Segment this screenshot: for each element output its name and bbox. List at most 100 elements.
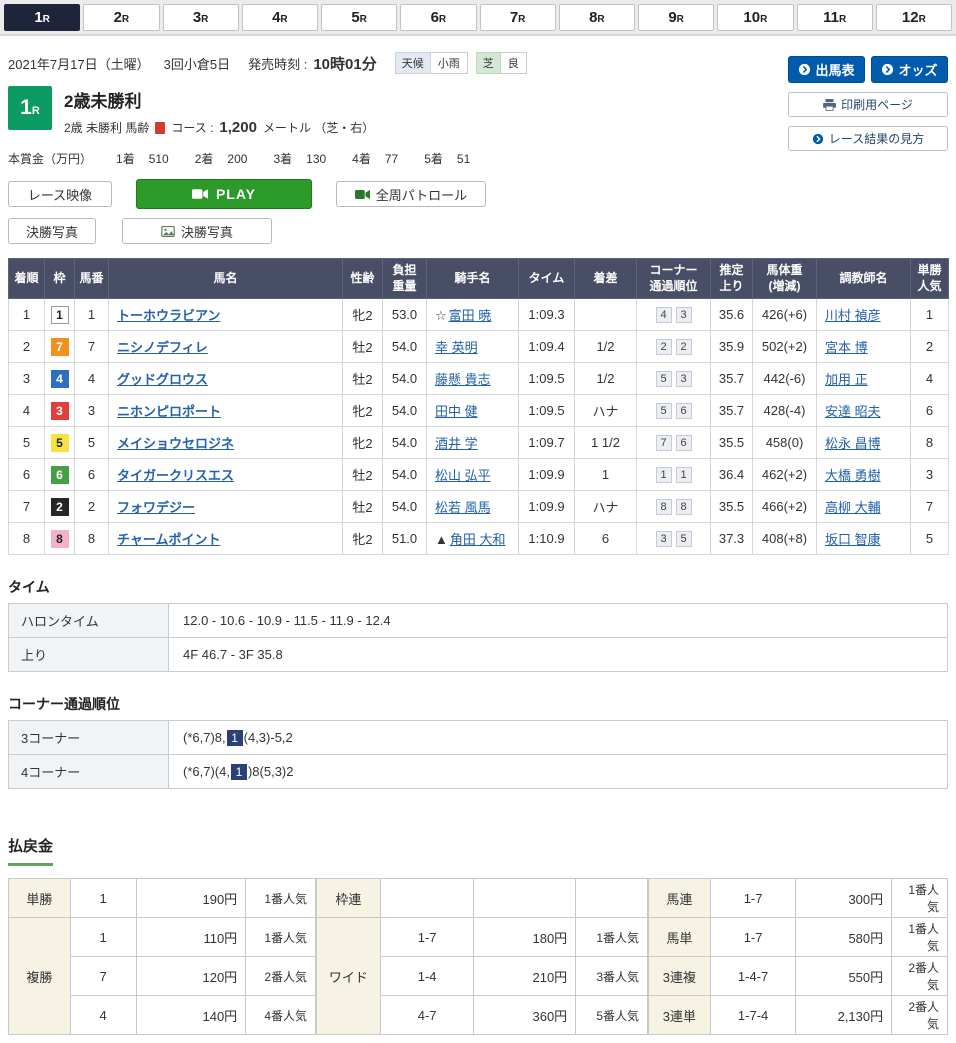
- win-popularity: 1: [911, 299, 949, 331]
- media-button-row-1: レース映像 PLAY 全周パトロール: [8, 179, 948, 209]
- trainer-link[interactable]: 高柳 大輔: [825, 500, 881, 515]
- tab-suffix: R: [677, 14, 684, 25]
- payout-popularity: 1番人気: [246, 879, 316, 918]
- finish-position: 8: [9, 523, 45, 555]
- frame-number: 7: [51, 338, 69, 356]
- win-popularity: 7: [911, 491, 949, 523]
- payout-popularity: [576, 879, 648, 918]
- horse-name-link[interactable]: グッドグロウス: [117, 372, 208, 387]
- results-guide-label: レース結果の見方: [829, 130, 924, 147]
- horse-name-link[interactable]: フォワデジー: [117, 500, 195, 515]
- sex-age: 牡2: [343, 459, 383, 491]
- jockey-link[interactable]: 角田 大和: [450, 532, 506, 547]
- race-tab-6r[interactable]: 6R: [400, 4, 476, 31]
- margin: 1: [575, 459, 637, 491]
- finish-time: 1:09.5: [519, 395, 575, 427]
- trainer-link[interactable]: 松永 昌博: [825, 436, 881, 451]
- margin: 6: [575, 523, 637, 555]
- race-tab-9r[interactable]: 9R: [638, 4, 714, 31]
- trainer-link[interactable]: 加用 正: [825, 372, 868, 387]
- corner-position-box: 5: [676, 531, 692, 547]
- horse-number: 3: [75, 395, 109, 427]
- jockey-link[interactable]: 田中 健: [435, 404, 478, 419]
- race-tab-2r[interactable]: 2R: [83, 4, 159, 31]
- payout-type-place: 複勝: [9, 918, 71, 1035]
- prize-item: 4着77: [352, 150, 398, 167]
- race-tab-4r[interactable]: 4R: [242, 4, 318, 31]
- race-tab-8r[interactable]: 8R: [559, 4, 635, 31]
- win-popularity: 3: [911, 459, 949, 491]
- patrol-video-label: 全周パトロール: [376, 185, 467, 204]
- finish-photo-icon-button[interactable]: 決勝写真: [122, 218, 272, 244]
- race-tab-7r[interactable]: 7R: [480, 4, 556, 31]
- estimated-last-3f: 37.3: [711, 523, 753, 555]
- time-row-label: 上り: [9, 638, 169, 672]
- horse-weight: 502(+2): [753, 331, 817, 363]
- win-popularity: 2: [911, 331, 949, 363]
- jockey-link[interactable]: 酒井 学: [435, 436, 478, 451]
- race-tab-11r[interactable]: 11R: [797, 4, 873, 31]
- margin: ハナ: [575, 491, 637, 523]
- corner-position-box: 6: [676, 403, 692, 419]
- race-tab-3r[interactable]: 3R: [163, 4, 239, 31]
- jockey-cell: ▲角田 大和: [427, 523, 519, 555]
- play-button[interactable]: PLAY: [136, 179, 312, 209]
- corner-position-box: 4: [656, 307, 672, 323]
- horse-name-cell: グッドグロウス: [109, 363, 343, 395]
- jockey-link[interactable]: 松山 弘平: [435, 468, 491, 483]
- odds-button[interactable]: オッズ: [871, 56, 948, 83]
- tab-number: 5: [351, 9, 359, 26]
- finish-photo-button[interactable]: 決勝写真: [8, 218, 96, 244]
- entry-table-button[interactable]: 出馬表: [788, 56, 865, 83]
- race-tab-12r[interactable]: 12R: [876, 4, 952, 31]
- trainer-link[interactable]: 川村 禎彦: [825, 308, 881, 323]
- prize-row: 本賞金（万円） 1着5102着2003着1304着775着51: [8, 150, 948, 167]
- results-header-cell: 推定 上り: [711, 259, 753, 299]
- table-row: 馬連 1-7 300円 1番人気: [649, 879, 948, 918]
- results-header-cell: コーナー 通過順位: [637, 259, 711, 299]
- print-page-button[interactable]: 印刷用ページ: [788, 92, 948, 117]
- jockey-link[interactable]: 松若 風馬: [435, 500, 491, 515]
- race-tab-1r[interactable]: 1R: [4, 4, 80, 31]
- horse-name-link[interactable]: ニシノデフィレ: [117, 340, 208, 355]
- payout-popularity: 3番人気: [576, 957, 648, 996]
- time-row-value: 12.0 - 10.6 - 10.9 - 11.5 - 11.9 - 12.4: [169, 604, 948, 638]
- horse-name-link[interactable]: トーホウラビアン: [117, 308, 220, 323]
- results-guide-button[interactable]: レース結果の見方: [788, 126, 948, 151]
- horse-name-link[interactable]: ニホンピロポート: [117, 404, 221, 419]
- horse-number: 7: [75, 331, 109, 363]
- sex-age: 牝2: [343, 427, 383, 459]
- prize-amount: 51: [457, 152, 470, 166]
- payout-amount: 550円: [796, 957, 892, 996]
- corner-positions: 35: [637, 523, 711, 555]
- prize-label: 本賞金（万円）: [8, 150, 92, 167]
- horse-name-link[interactable]: メイショウセロジネ: [117, 436, 234, 451]
- jockey-link[interactable]: 富田 暁: [449, 308, 492, 323]
- race-tab-5r[interactable]: 5R: [321, 4, 397, 31]
- payout-table-middle: 枠連 ワイド 1-7 180円 1番人気 1-4 210円 3番人気 4-7 3…: [316, 878, 648, 1035]
- horse-weight: 408(+8): [753, 523, 817, 555]
- frame-cell: 3: [45, 395, 75, 427]
- horse-weight: 426(+6): [753, 299, 817, 331]
- trainer-link[interactable]: 安達 昭夫: [825, 404, 881, 419]
- jockey-cell: 酒井 学: [427, 427, 519, 459]
- trainer-link[interactable]: 宮本 博: [825, 340, 868, 355]
- jockey-cell: 田中 健: [427, 395, 519, 427]
- race-conditions: 2歳 未勝利 馬齢: [64, 119, 149, 136]
- horse-name-link[interactable]: タイガークリスエス: [117, 468, 234, 483]
- tab-suffix: R: [597, 14, 604, 25]
- payout-amount: 140円: [136, 996, 246, 1035]
- jockey-link[interactable]: 幸 英明: [435, 340, 478, 355]
- trainer-link[interactable]: 坂口 智康: [825, 532, 881, 547]
- race-tab-10r[interactable]: 10R: [717, 4, 793, 31]
- horse-name-link[interactable]: チャームポイント: [117, 532, 220, 547]
- carried-weight: 54.0: [383, 491, 427, 523]
- sex-age: 牡2: [343, 491, 383, 523]
- finish-position: 1: [9, 299, 45, 331]
- trainer-link[interactable]: 大橋 勇樹: [825, 468, 881, 483]
- results-body: 111トーホウラビアン牝253.0☆富田 暁1:09.34335.6426(+6…: [9, 299, 949, 555]
- jockey-link[interactable]: 藤懸 貴志: [435, 372, 491, 387]
- race-video-button[interactable]: レース映像: [8, 181, 112, 207]
- frame-number: 1: [51, 306, 69, 324]
- patrol-video-button[interactable]: 全周パトロール: [336, 181, 486, 207]
